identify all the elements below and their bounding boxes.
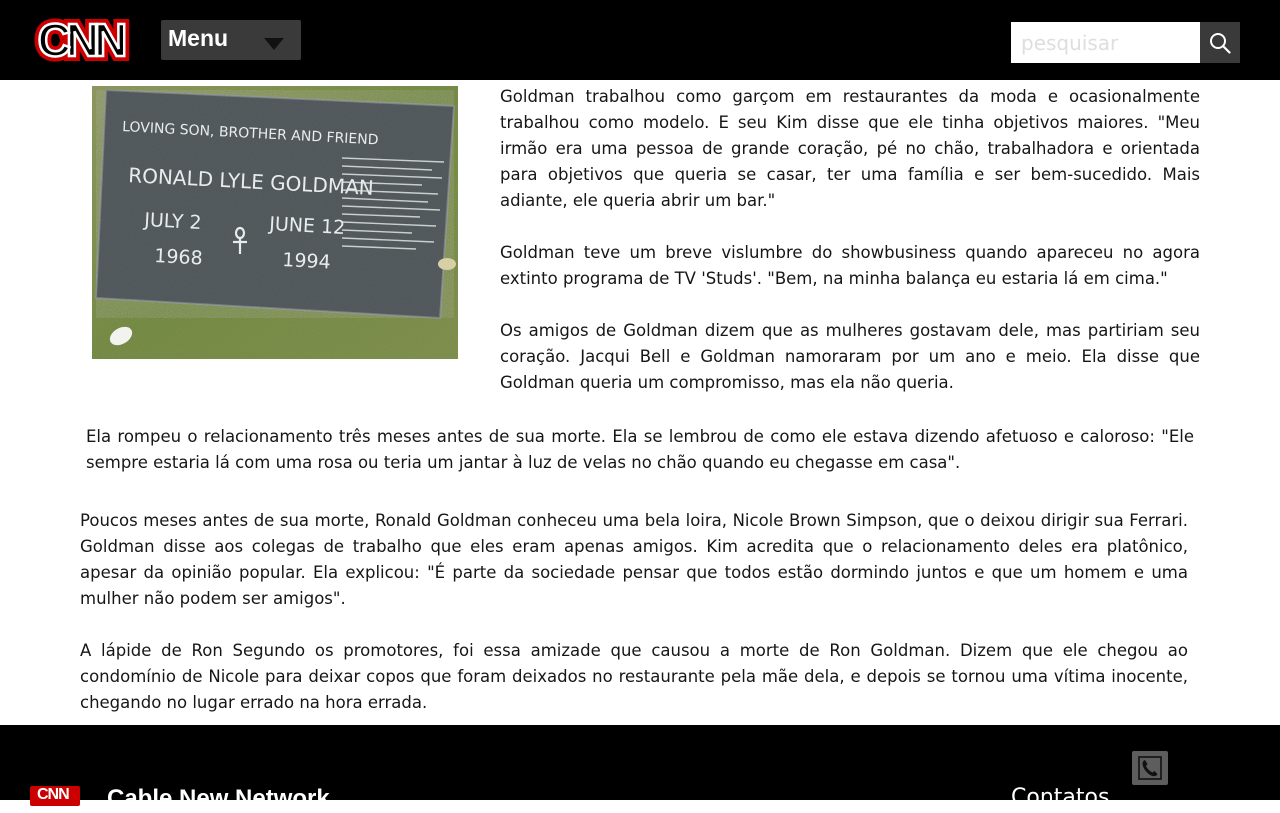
epitaph-birth-year: 1968 — [154, 245, 203, 270]
menu-button[interactable]: Menu — [161, 20, 301, 60]
gravestone-photo: LOVING SON, BROTHER AND FRIEND RONALD LY… — [92, 86, 458, 359]
phone-icon — [1138, 756, 1162, 780]
article-paragraph: Os amigos de Goldman dizem que as mulher… — [500, 321, 1200, 392]
search-input[interactable] — [1011, 22, 1200, 63]
footer: CNN Cable New Network Contatos — [0, 725, 1280, 812]
article-paragraph: Poucos meses antes de sua morte, Ronald … — [80, 511, 1188, 608]
menu-label: Menu — [168, 25, 229, 51]
phone-button[interactable] — [1132, 751, 1168, 785]
top-header: CNN CNN Menu — [0, 0, 1280, 80]
footer-logo-text: CNN — [37, 786, 70, 803]
epitaph-birth-date: JULY 2 — [143, 209, 202, 234]
article-paragraph: Goldman trabalhou como garçom em restaur… — [500, 87, 1200, 210]
epitaph-death-date: JUNE 12 — [268, 213, 346, 239]
article-paragraph: A lápide de Ron Segundo os promotores, f… — [80, 641, 1188, 712]
cnn-logo-text: CNN — [38, 14, 125, 66]
search-button[interactable] — [1200, 22, 1240, 63]
article-paragraph: Goldman teve um breve vislumbre do showb… — [500, 243, 1200, 288]
epitaph-death-year: 1994 — [282, 249, 331, 274]
cnn-logo[interactable]: CNN CNN — [26, 14, 134, 66]
article-paragraph: Ela rompeu o relacionamento três meses a… — [86, 427, 1194, 472]
contacts-label[interactable]: Contatos — [1011, 785, 1109, 810]
search-icon — [1210, 33, 1231, 54]
caret-down-icon — [264, 38, 284, 50]
footer-title: Cable New Network — [107, 785, 330, 812]
footer-cnn-logo[interactable]: CNN — [30, 786, 80, 806]
